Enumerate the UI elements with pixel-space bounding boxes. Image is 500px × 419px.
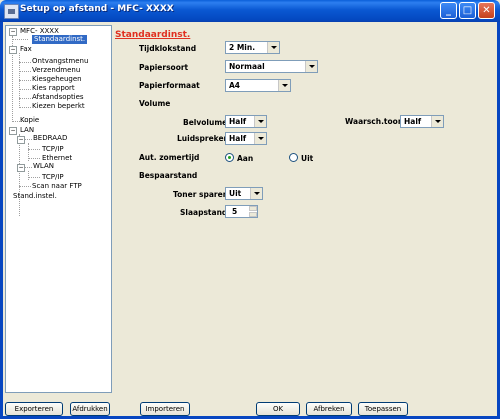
volume-label: Volume (139, 99, 171, 108)
tree-item-lan[interactable]: LAN (20, 126, 34, 135)
papiersoort-value: Normaal (229, 62, 265, 71)
tree-item-afstandsopties[interactable]: Afstandsopties (32, 93, 84, 102)
chevron-down-icon[interactable] (267, 42, 279, 53)
ok-button[interactable]: OK (256, 402, 300, 416)
window-title: Setup op afstand - MFC- XXXX (20, 4, 174, 14)
luidspreker-select[interactable]: Half (225, 132, 267, 145)
waarsch-toon-select[interactable]: Half (400, 115, 444, 128)
zomertijd-label: Aut. zomertijd (139, 153, 200, 162)
chevron-down-icon[interactable] (278, 80, 290, 91)
chevron-down-icon[interactable] (250, 188, 262, 199)
tree-item-kiesgeheugen[interactable]: Kiesgeheugen (32, 75, 82, 84)
maximize-button[interactable]: □ (459, 2, 476, 19)
belvolume-value: Half (229, 117, 247, 126)
tree-item-bedraad[interactable]: BEDRAAD (33, 134, 67, 143)
chevron-down-icon[interactable] (254, 116, 266, 127)
collapse-wlan-icon[interactable]: − (17, 164, 25, 172)
tree-item-stand-instel[interactable]: Stand.instel. (13, 192, 57, 201)
app-icon (4, 4, 19, 19)
collapse-lan-icon[interactable]: − (9, 127, 17, 135)
waarsch-toon-label: Waarsch.toon (345, 117, 404, 126)
zomertijd-uit-label[interactable]: Uit (301, 154, 313, 163)
tijdklokstand-select[interactable]: 2 Min. (225, 41, 280, 54)
tree-item-kopie[interactable]: Kopie (20, 116, 39, 125)
papiersoort-label: Papiersoort (139, 63, 189, 72)
minimize-button[interactable]: _ (440, 2, 457, 19)
afdrukken-button[interactable]: Afdrukken (70, 402, 110, 416)
close-button[interactable]: ✕ (478, 2, 495, 19)
tree-item-fax[interactable]: Fax (20, 45, 32, 54)
belvolume-label: Belvolume (183, 118, 228, 127)
tree-item-verzendmenu[interactable]: Verzendmenu (32, 66, 80, 75)
collapse-fax-icon[interactable]: − (9, 46, 17, 54)
tree-item-wlan-tcpip[interactable]: TCP/IP (42, 173, 64, 182)
slaapstand-value: 5 (232, 207, 238, 216)
zomertijd-aan-radio[interactable] (225, 153, 234, 162)
toner-sparen-select[interactable]: Uit (225, 187, 263, 200)
chevron-down-icon[interactable] (431, 116, 443, 127)
chevron-down-icon[interactable] (305, 61, 317, 72)
zomertijd-aan-label[interactable]: Aan (237, 154, 253, 163)
tree-item-kies-rapport[interactable]: Kies rapport (32, 84, 75, 93)
toner-sparen-label: Toner sparen (173, 190, 229, 199)
tijdklokstand-label: Tijdklokstand (139, 44, 197, 53)
papiersoort-select[interactable]: Normaal (225, 60, 318, 73)
luidspreker-label: Luidspreker (177, 134, 228, 143)
bespaarstand-label: Bespaarstand (139, 171, 198, 180)
collapse-root-icon[interactable]: − (9, 28, 17, 36)
tree-item-ontvangstmenu[interactable]: Ontvangstmenu (32, 57, 88, 66)
slaapstand-label: Slaapstand (180, 208, 228, 217)
settings-tree[interactable]: − MFC- XXXX Standaardinst. − Fax Ontvang… (5, 25, 112, 393)
toner-sparen-value: Uit (229, 189, 242, 198)
section-heading: Standaardinst. (115, 30, 191, 40)
tijdklokstand-value: 2 Min. (229, 43, 256, 52)
belvolume-select[interactable]: Half (225, 115, 267, 128)
papierformaat-select[interactable]: A4 (225, 79, 291, 92)
chevron-down-icon[interactable] (254, 133, 266, 144)
spin-up-icon[interactable] (249, 206, 257, 211)
slaapstand-stepper[interactable]: 5 (225, 205, 258, 218)
papierformaat-value: A4 (229, 81, 241, 90)
collapse-bedraad-icon[interactable]: − (17, 136, 25, 144)
exporteren-button[interactable]: Exporteren (5, 402, 63, 416)
spin-down-icon[interactable] (249, 212, 257, 217)
afbreken-button[interactable]: Afbreken (306, 402, 352, 416)
toepassen-button[interactable]: Toepassen (358, 402, 408, 416)
papierformaat-label: Papierformaat (139, 81, 200, 90)
luidspreker-value: Half (229, 134, 247, 143)
tree-item-standaardinst[interactable]: Standaardinst. (32, 35, 88, 44)
tree-item-kiezen-beperkt[interactable]: Kiezen beperkt (32, 102, 85, 111)
tree-item-wlan[interactable]: WLAN (33, 162, 54, 171)
tree-item-bedraad-tcpip[interactable]: TCP/IP (42, 145, 64, 154)
tree-item-scan-ftp[interactable]: Scan naar FTP (32, 182, 82, 191)
importeren-button[interactable]: Importeren (140, 402, 190, 416)
zomertijd-uit-radio[interactable] (289, 153, 298, 162)
waarsch-toon-value: Half (404, 117, 422, 126)
